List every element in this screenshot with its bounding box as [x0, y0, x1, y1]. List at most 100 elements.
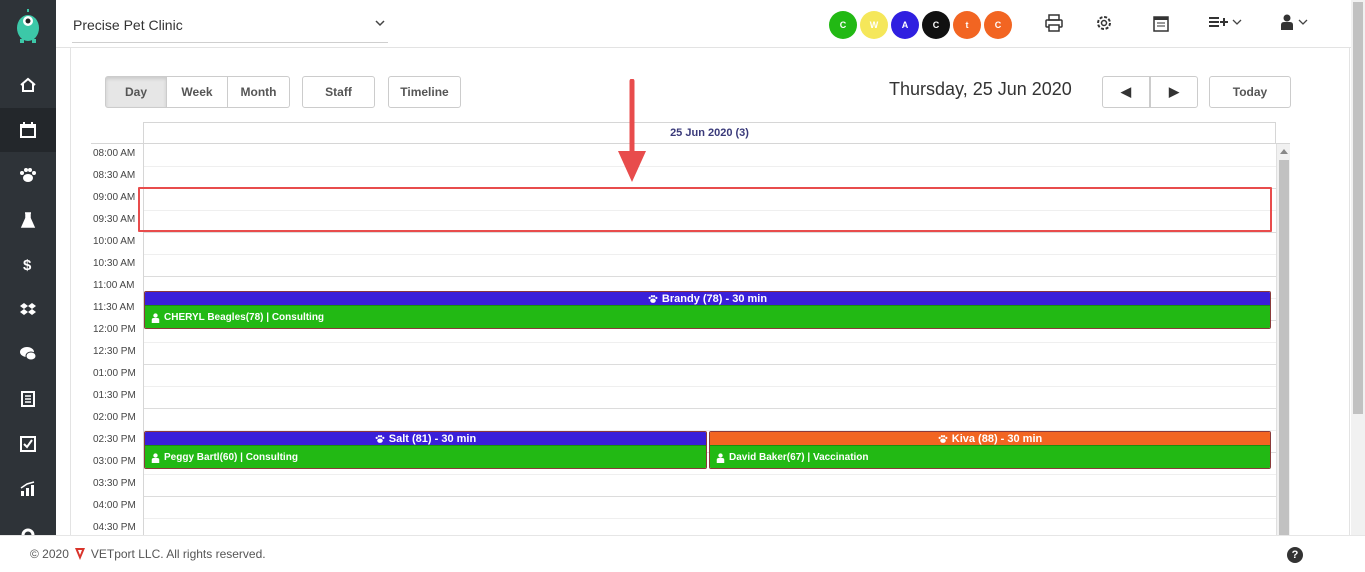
status-circle[interactable]: C — [984, 11, 1012, 39]
gear-icon — [1097, 16, 1111, 30]
view-week-button[interactable]: Week — [167, 76, 228, 108]
status-circle[interactable]: A — [891, 11, 919, 39]
time-slot-label: 01:00 PM — [93, 368, 136, 379]
time-slot-label: 03:00 PM — [93, 456, 136, 467]
time-slot-line — [144, 232, 1276, 233]
highlight-box — [138, 187, 1272, 232]
sidebar-item-home[interactable] — [0, 63, 56, 107]
clinic-select[interactable]: Precise Pet Clinic — [72, 8, 388, 43]
appointment-header: Brandy (78) - 30 min — [145, 292, 1270, 305]
time-slot-line — [144, 364, 1276, 365]
top-header: Precise Pet Clinic CWACtC — [56, 0, 1365, 48]
scroll-up-icon[interactable] — [1280, 148, 1288, 154]
status-circle[interactable]: W — [860, 11, 888, 39]
appointment-header: Kiva (88) - 30 min — [710, 432, 1270, 445]
time-slot-label: 10:30 AM — [93, 258, 136, 269]
chat-icon — [20, 347, 37, 361]
time-slot-line — [144, 496, 1276, 497]
settings-button[interactable] — [1095, 14, 1113, 32]
sidebar-item-messages[interactable] — [0, 332, 56, 376]
page-scrollbar-thumb[interactable] — [1353, 2, 1363, 414]
staff-button[interactable]: Staff — [302, 76, 375, 108]
timeline-button[interactable]: Timeline — [388, 76, 461, 108]
footer-copyright: © 2020 VETport LLC. All rights reserved. — [30, 547, 266, 561]
sidebar-item-reports[interactable] — [0, 377, 56, 421]
appointment-client: Peggy Bartl(60) | Consulting — [164, 452, 298, 463]
time-slot-label: 12:00 PM — [93, 324, 136, 335]
user-icon — [716, 452, 725, 463]
appointment-detail: David Baker(67) | Vaccination — [710, 445, 1270, 468]
time-slot-label: 09:30 AM — [93, 214, 136, 225]
appointment-header: Salt (81) - 30 min — [145, 432, 706, 445]
add-list-icon — [1209, 17, 1228, 27]
view-day-button[interactable]: Day — [105, 76, 167, 108]
appointment-client: CHERYL Beagles(78) | Consulting — [164, 312, 325, 323]
status-circle[interactable]: t — [953, 11, 981, 39]
time-slot-line — [144, 254, 1276, 255]
time-slot-label: 02:30 PM — [93, 434, 136, 445]
sidebar-item-analytics[interactable] — [0, 467, 56, 511]
grid-scrollbar-thumb[interactable] — [1279, 160, 1289, 535]
appointment-title: Brandy (78) - 30 min — [661, 292, 768, 305]
print-button[interactable] — [1045, 14, 1063, 32]
status-circle[interactable]: C — [829, 11, 857, 39]
sidebar-item-billing[interactable]: $ — [0, 242, 56, 286]
prev-day-button[interactable]: ◀ — [1102, 76, 1150, 108]
appointment-card[interactable]: Brandy (78) - 30 min CHERYL Beagles(78) … — [144, 291, 1271, 329]
sidebar-item-inventory[interactable] — [0, 288, 56, 332]
appointment-detail: Peggy Bartl(60) | Consulting — [145, 445, 706, 468]
appointment-card[interactable]: Salt (81) - 30 min Peggy Bartl(60) | Con… — [144, 431, 707, 469]
sidebar-item-calendar[interactable] — [0, 108, 56, 152]
user-icon — [1281, 14, 1293, 30]
footer: © 2020 VETport LLC. All rights reserved.… — [0, 535, 1365, 572]
time-slot-label: 03:30 PM — [93, 478, 136, 489]
user-icon — [151, 312, 160, 323]
report-icon — [21, 391, 35, 407]
app-root: $ Precise Pet Clinic CWACtC Day Week Mon… — [0, 0, 1365, 572]
print-icon — [1045, 14, 1063, 32]
dropbox-icon — [20, 303, 36, 315]
home-icon — [20, 77, 36, 92]
sidebar-item-tasks[interactable] — [0, 422, 56, 466]
page-scrollbar[interactable] — [1351, 0, 1365, 535]
time-slot-label: 11:00 AM — [93, 280, 135, 291]
appointment-title: Salt (81) - 30 min — [388, 432, 477, 445]
sidebar-item-lab[interactable] — [0, 198, 56, 242]
current-date-title: Thursday, 25 Jun 2020 — [889, 79, 1072, 99]
paw-icon — [20, 168, 36, 182]
company-text: VETport LLC. All rights reserved. — [90, 547, 266, 561]
next-day-button[interactable]: ▶ — [1150, 76, 1198, 108]
sidebar: $ — [0, 0, 56, 572]
today-button[interactable]: Today — [1209, 76, 1291, 108]
grid-scrollbar[interactable] — [1276, 144, 1290, 535]
app-logo[interactable] — [0, 0, 56, 52]
time-slot-line — [144, 276, 1276, 277]
time-slot-label: 08:30 AM — [93, 170, 136, 181]
vetport-logo-icon — [74, 548, 85, 560]
time-slot-label: 08:00 AM — [93, 148, 136, 159]
status-filter-circles: CWACtC — [829, 11, 1012, 39]
time-slot-label: 02:00 PM — [93, 412, 136, 423]
svg-text:$: $ — [23, 257, 32, 272]
dollar-icon: $ — [23, 257, 32, 272]
chevron-down-icon — [1298, 19, 1308, 25]
user-menu-button[interactable] — [1280, 14, 1308, 30]
time-slot-label: 04:00 PM — [93, 500, 136, 511]
day-column-header: 25 Jun 2020 (3) — [143, 122, 1276, 143]
paw-icon — [648, 294, 658, 303]
status-circle[interactable]: C — [922, 11, 950, 39]
time-slot-label: 04:30 PM — [93, 522, 136, 533]
schedule-button[interactable] — [1153, 14, 1169, 32]
help-button[interactable]: ? — [1287, 547, 1303, 563]
time-slot-label: 11:30 AM — [93, 302, 135, 313]
appointment-client: David Baker(67) | Vaccination — [729, 452, 869, 463]
flask-icon — [20, 212, 36, 228]
add-menu-button[interactable] — [1208, 14, 1242, 30]
time-slot-label: 09:00 AM — [93, 192, 136, 203]
time-slot-label: 01:30 PM — [93, 390, 136, 401]
calendar-icon — [1153, 16, 1169, 32]
sidebar-item-patients[interactable] — [0, 153, 56, 197]
view-month-button[interactable]: Month — [228, 76, 290, 108]
appointment-card[interactable]: Kiva (88) - 30 min David Baker(67) | Vac… — [709, 431, 1271, 469]
chevron-down-icon — [375, 20, 385, 27]
